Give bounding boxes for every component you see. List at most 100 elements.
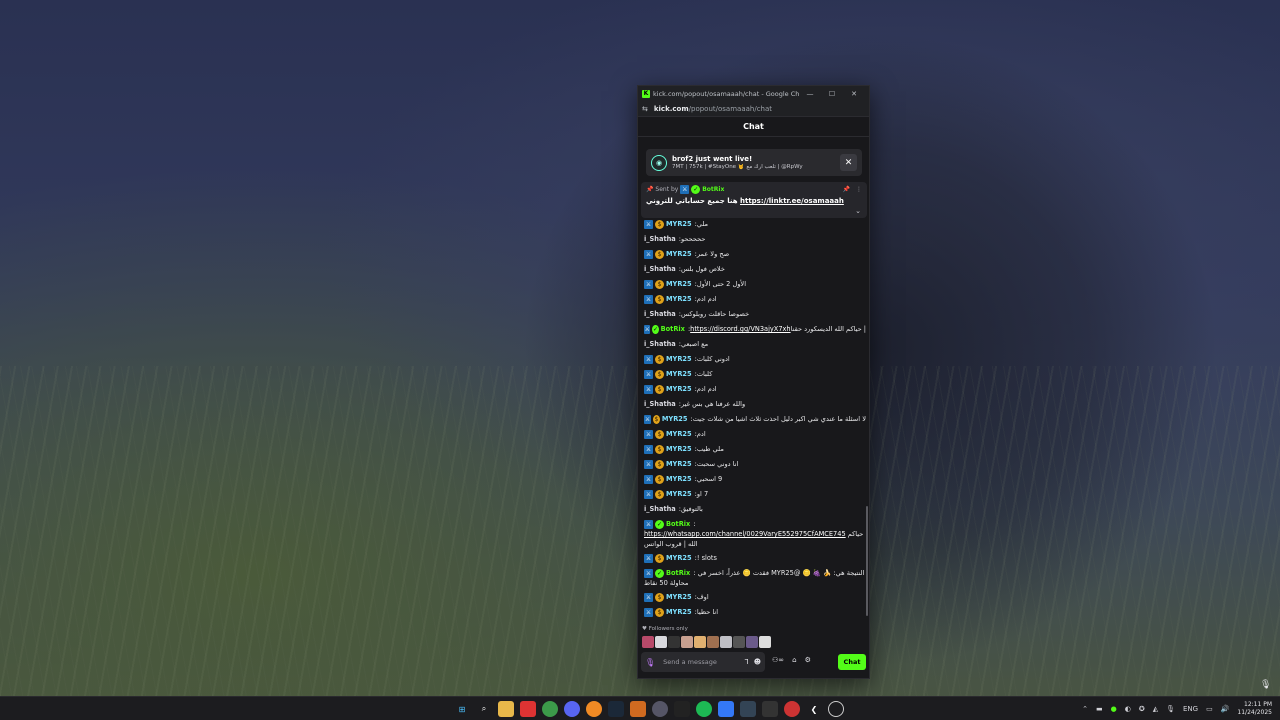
url-text[interactable]: kick.com/popout/osamaaah/chat: [654, 105, 772, 113]
chrome-icon[interactable]: [542, 701, 558, 717]
points-icon[interactable]: ⚇∞: [772, 656, 784, 664]
discord-icon[interactable]: [564, 701, 580, 717]
message-username[interactable]: MYR25: [666, 551, 692, 566]
message-username[interactable]: MYR25: [666, 277, 692, 292]
message-username[interactable]: MYR25: [666, 352, 692, 367]
message-username[interactable]: MYR25: [666, 442, 692, 457]
message-username[interactable]: MYR25: [666, 487, 692, 502]
message-username[interactable]: MYR25: [666, 590, 692, 605]
message-input[interactable]: 🎙 Send a message Ꞁ ☻: [641, 652, 765, 672]
store-icon[interactable]: ⌂: [792, 656, 796, 664]
more-options-icon[interactable]: ⋮: [856, 186, 862, 193]
address-bar[interactable]: ⇆ kick.com/popout/osamaaah/chat: [638, 101, 869, 117]
message-text: مع اصبعي: [680, 340, 709, 348]
message-username[interactable]: MYR25: [666, 382, 692, 397]
message-link[interactable]: https://whatsapp.com/channel/0029VaryE55…: [644, 530, 846, 538]
pinned-link[interactable]: https://linktr.ee/osamaaah: [740, 197, 844, 205]
message-text: والله عرفنا هي بس غير: [680, 400, 746, 408]
tray-app-icon[interactable]: ●: [1111, 705, 1117, 713]
followers-only-label: Followers only: [648, 626, 688, 632]
chat-message: i_Shatha: حححححو: [644, 232, 866, 247]
message-username[interactable]: MYR25: [666, 367, 692, 382]
chat-scrollbar[interactable]: [866, 506, 868, 616]
pin-icon: 📌: [646, 186, 656, 193]
file-explorer-icon[interactable]: [498, 701, 514, 717]
chat-message: ⚔ ✓ BotRix: https://whatsapp.com/channel/0…: [644, 517, 866, 551]
network-icon[interactable]: ▭: [1206, 705, 1213, 713]
steam-icon[interactable]: [608, 701, 624, 717]
clock[interactable]: 12:11 PM 11/24/2025: [1237, 701, 1272, 717]
live-notification[interactable]: ◉ brof2 just went live! 7MT | 757k | #St…: [646, 149, 862, 176]
message-text: بالتوفيق: [680, 505, 703, 513]
message-username[interactable]: MYR25: [666, 217, 692, 232]
site-settings-icon[interactable]: ⇆: [642, 105, 648, 113]
message-username[interactable]: BotRix: [666, 520, 690, 528]
pinned-sender[interactable]: BotRix: [702, 186, 724, 193]
message-link[interactable]: https://discord.gg/VN3ajyX7xh: [690, 322, 790, 337]
start-icon[interactable]: ⊞: [454, 701, 470, 717]
app-icon[interactable]: ❮: [806, 701, 822, 717]
tray-app-icon[interactable]: ◐: [1125, 705, 1131, 713]
message-username[interactable]: BotRix: [666, 569, 690, 577]
message-username[interactable]: i_Shatha: [644, 262, 676, 277]
recorder-icon[interactable]: [520, 701, 536, 717]
message-username[interactable]: MYR25: [666, 472, 692, 487]
app-icon[interactable]: [762, 701, 778, 717]
emote-icon[interactable]: [720, 636, 732, 648]
app-icon[interactable]: [586, 701, 602, 717]
message-username[interactable]: i_Shatha: [644, 307, 676, 322]
text-format-icon[interactable]: Ꞁ: [745, 658, 749, 666]
app-icon[interactable]: [828, 701, 844, 717]
unpin-icon[interactable]: 📌: [843, 186, 850, 193]
message-username[interactable]: MYR25: [666, 292, 692, 307]
app-icon[interactable]: [740, 701, 756, 717]
minimize-icon[interactable]: —: [799, 90, 821, 98]
app-icon[interactable]: [784, 701, 800, 717]
app-icon[interactable]: [652, 701, 668, 717]
close-window-icon[interactable]: ✕: [843, 90, 865, 98]
microphone-tray-icon[interactable]: 🎙: [1166, 705, 1175, 713]
message-username[interactable]: i_Shatha: [644, 337, 676, 352]
window-titlebar[interactable]: K kick.com/popout/osamaaah/chat - Google…: [638, 86, 869, 101]
microphone-overlay-icon[interactable]: 🎙: [1260, 680, 1272, 692]
message-username[interactable]: i_Shatha: [644, 232, 676, 247]
message-username[interactable]: MYR25: [662, 412, 688, 427]
emote-icon[interactable]: [759, 636, 771, 648]
message-username[interactable]: i_Shatha: [644, 502, 676, 517]
emote-icon[interactable]: [655, 636, 667, 648]
close-notification-button[interactable]: ✕: [840, 154, 857, 171]
chat-message-list[interactable]: ⚔ $ MYR25: ملي i_Shatha: حححححو ⚔ $ MYR25: صح …: [644, 217, 866, 624]
emote-icon[interactable]: [746, 636, 758, 648]
tray-app-icon[interactable]: ▬: [1096, 705, 1103, 713]
maximize-icon[interactable]: ☐: [821, 90, 843, 98]
message-username[interactable]: MYR25: [666, 427, 692, 442]
chevron-up-icon[interactable]: ⌃: [1082, 705, 1088, 713]
message-username[interactable]: MYR25: [666, 247, 692, 262]
emoji-icon[interactable]: ☻: [754, 658, 761, 666]
spotify-icon[interactable]: [696, 701, 712, 717]
emote-icon[interactable]: [707, 636, 719, 648]
emote-icon[interactable]: [733, 636, 745, 648]
app-icon[interactable]: [718, 701, 734, 717]
chevron-down-icon[interactable]: ⌄: [855, 207, 861, 215]
emote-icon[interactable]: [642, 636, 654, 648]
heart-icon: ♥: [642, 626, 649, 632]
message-username[interactable]: MYR25: [666, 605, 692, 620]
settings-gear-icon[interactable]: ⚙: [805, 656, 811, 664]
message-username[interactable]: MYR25: [666, 457, 692, 472]
chat-message: i_Shatha: مع اصبعي: [644, 337, 866, 352]
emote-icon[interactable]: [694, 636, 706, 648]
app-icon[interactable]: [630, 701, 646, 717]
message-username[interactable]: BotRix: [661, 322, 685, 337]
message-username[interactable]: i_Shatha: [644, 397, 676, 412]
tray-app-icon[interactable]: ◭: [1153, 705, 1158, 713]
volume-icon[interactable]: 🔊: [1221, 705, 1230, 713]
send-chat-button[interactable]: Chat: [838, 654, 866, 670]
emote-icon[interactable]: [681, 636, 693, 648]
emote-icon[interactable]: [668, 636, 680, 648]
microphone-icon[interactable]: 🎙: [645, 658, 655, 667]
app-icon[interactable]: [674, 701, 690, 717]
tray-app-icon[interactable]: ✪: [1139, 705, 1145, 713]
language-indicator[interactable]: ENG: [1183, 705, 1198, 713]
search-icon[interactable]: ⌕: [476, 701, 492, 717]
